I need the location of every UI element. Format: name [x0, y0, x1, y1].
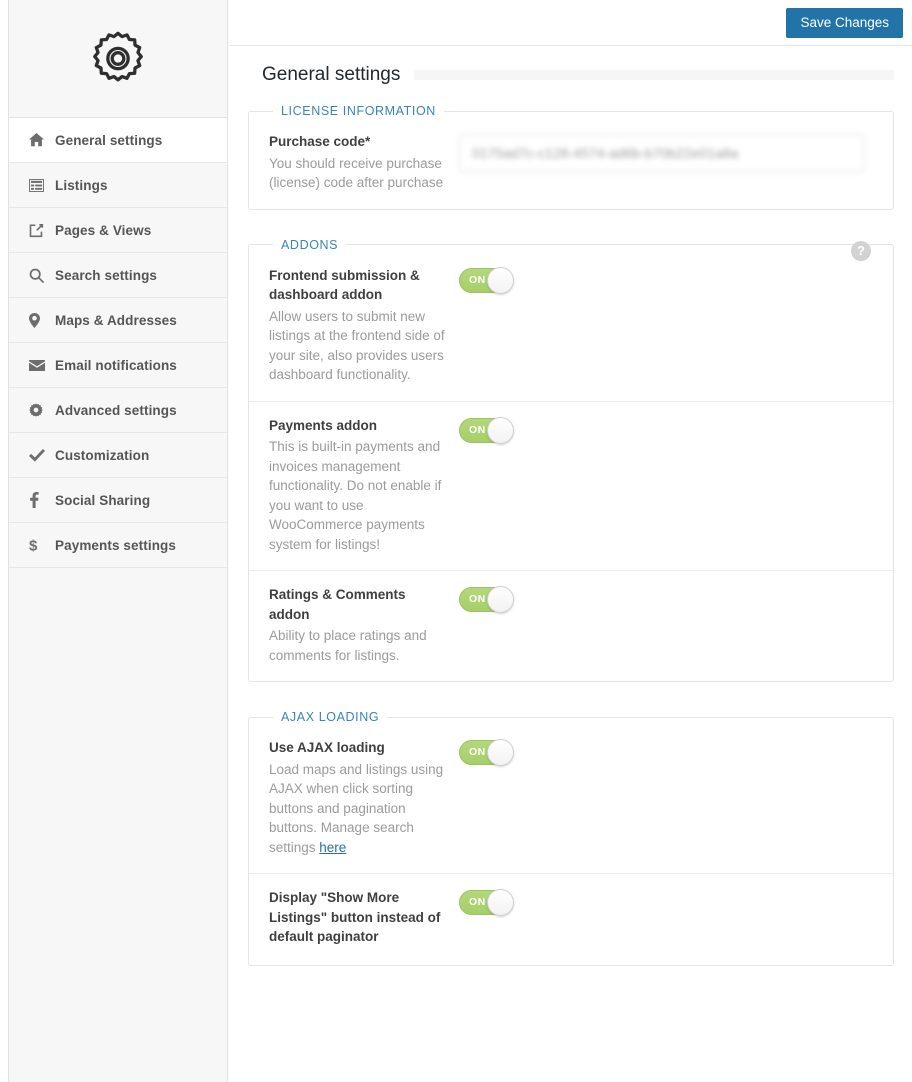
top-bar: Save Changes — [229, 0, 912, 46]
addons-legend: ADDONS — [281, 237, 339, 252]
sidebar-item-listings[interactable]: Listings — [9, 163, 227, 208]
addon-title: Frontend submission & dashboard addon — [269, 267, 420, 303]
gear-icon — [29, 403, 55, 417]
ajax-label-block: Use AJAX loading Load maps and listings … — [269, 738, 459, 857]
payments-addon-toggle[interactable]: ON — [459, 416, 514, 444]
addon-description: Ability to place ratings and comments fo… — [269, 628, 427, 663]
facebook-icon — [29, 492, 55, 508]
sidebar-item-social-sharing[interactable]: Social Sharing — [9, 478, 227, 523]
purchase-code-control — [459, 132, 873, 193]
sidebar-item-label: Maps & Addresses — [55, 312, 177, 328]
addon-row: Payments addon This is built-in payments… — [249, 402, 893, 571]
ajax-loading-legend: AJAX LOADING — [281, 710, 380, 724]
ajax-title: Display "Show More Listings" button inst… — [269, 890, 441, 944]
sidebar-nav: General settings Listings Pages & Views … — [9, 118, 227, 568]
sidebar-item-label: General settings — [55, 132, 163, 148]
ajax-description-text: Load maps and listings using AJAX when c… — [269, 761, 444, 855]
purchase-code-description: You should receive purchase (license) co… — [269, 155, 444, 191]
addon-label-block: Frontend submission & dashboard addon Al… — [269, 266, 459, 385]
addon-row: Ratings & Comments addon Ability to plac… — [249, 571, 893, 681]
save-changes-button[interactable]: Save Changes — [786, 8, 903, 38]
addon-row: Frontend submission & dashboard addon Al… — [249, 252, 893, 402]
toggle-knob — [487, 889, 514, 916]
sidebar-item-label: Email notifications — [55, 357, 177, 373]
ajax-description: Load maps and listings using AJAX when c… — [269, 760, 445, 858]
page-header: General settings — [229, 46, 912, 86]
toggle-knob — [487, 739, 514, 766]
sidebar-item-label: Payments settings — [55, 537, 176, 553]
license-information-legend: LICENSE INFORMATION — [281, 104, 436, 118]
addons-panel: ADDONS ? Frontend submission & dashboard… — [248, 237, 894, 682]
sidebar-item-pages-views[interactable]: Pages & Views — [9, 208, 227, 253]
ajax-row: Use AJAX loading Load maps and listings … — [249, 724, 893, 874]
ajax-title: Use AJAX loading — [269, 740, 385, 755]
ajax-control: ON — [459, 738, 873, 857]
addon-title: Payments addon — [269, 417, 378, 433]
sidebar-logo — [9, 0, 227, 118]
page-title: General settings — [262, 64, 401, 85]
sidebar-item-label: Listings — [55, 177, 108, 193]
addon-description: This is built-in payments and invoices m… — [269, 439, 442, 552]
purchase-code-input[interactable] — [459, 134, 864, 172]
sidebar-item-label: Social Sharing — [55, 492, 151, 508]
addon-control: ON — [459, 266, 873, 385]
toggle-state-label: ON — [469, 896, 486, 908]
frontend-submission-toggle[interactable]: ON — [459, 266, 514, 294]
question-mark-icon[interactable]: ? — [851, 240, 871, 261]
toggle-state-label: ON — [469, 423, 486, 436]
settings-page: General settings Listings Pages & Views … — [0, 0, 912, 1082]
main-content: Save Changes General settings LICENSE IN… — [229, 0, 912, 1082]
map-pin-icon — [29, 312, 55, 328]
ajax-control: ON — [459, 888, 873, 949]
toggle-state-label: ON — [469, 593, 486, 605]
page-title-rule — [414, 70, 894, 80]
addon-label-block: Ratings & Comments addon Ability to plac… — [269, 585, 459, 665]
sidebar-item-maps-addresses[interactable]: Maps & Addresses — [9, 298, 227, 343]
sidebar-item-payments-settings[interactable]: $ Payments settings — [9, 523, 227, 568]
addon-title: Ratings & Comments addon — [269, 587, 406, 622]
sidebar-item-email-notifications[interactable]: Email notifications — [9, 343, 227, 388]
license-information-panel: LICENSE INFORMATION Purchase code* You s… — [248, 104, 894, 210]
sidebar-item-label: Search settings — [55, 267, 158, 283]
home-icon — [29, 133, 55, 147]
show-more-listings-toggle[interactable]: ON — [459, 889, 514, 916]
ajax-loading-panel: AJAX LOADING Use AJAX loading Load maps … — [248, 710, 894, 966]
ratings-comments-addon-toggle[interactable]: ON — [459, 586, 514, 613]
sidebar-item-label: Customization — [55, 447, 150, 463]
dollar-icon: $ — [29, 537, 55, 554]
svg-text:$: $ — [29, 538, 38, 554]
check-icon — [29, 448, 55, 462]
gear-icon — [87, 28, 149, 90]
search-icon — [29, 268, 55, 283]
toggle-knob — [487, 266, 514, 294]
use-ajax-loading-toggle[interactable]: ON — [459, 739, 514, 766]
sidebar-item-advanced-settings[interactable]: Advanced settings — [9, 388, 227, 433]
sidebar: General settings Listings Pages & Views … — [8, 0, 228, 1082]
ajax-label-block: Display "Show More Listings" button inst… — [269, 888, 459, 949]
sidebar-item-label: Pages & Views — [55, 222, 152, 238]
external-link-icon — [29, 223, 55, 238]
toggle-knob — [487, 416, 514, 444]
purchase-code-row: Purchase code* You should receive purcha… — [249, 118, 893, 209]
search-settings-link[interactable]: here — [319, 840, 346, 855]
sidebar-item-customization[interactable]: Customization — [9, 433, 227, 478]
toggle-state-label: ON — [469, 273, 486, 286]
toggle-state-label: ON — [469, 746, 486, 758]
addon-control: ON — [459, 585, 873, 665]
settings-form: LICENSE INFORMATION Purchase code* You s… — [229, 86, 912, 966]
list-icon — [29, 178, 55, 192]
ajax-row: Display "Show More Listings" button inst… — [249, 874, 893, 965]
purchase-code-title: Purchase code* — [269, 134, 371, 149]
sidebar-item-label: Advanced settings — [55, 402, 177, 418]
envelope-icon — [29, 359, 55, 371]
sidebar-item-general-settings[interactable]: General settings — [9, 118, 227, 163]
addon-description: Allow users to submit new listings at th… — [269, 308, 445, 383]
purchase-code-label-block: Purchase code* You should receive purcha… — [269, 132, 459, 193]
toggle-knob — [487, 586, 514, 613]
addon-control: ON — [459, 416, 873, 555]
addon-label-block: Payments addon This is built-in payments… — [269, 416, 459, 555]
sidebar-item-search-settings[interactable]: Search settings — [9, 253, 227, 298]
